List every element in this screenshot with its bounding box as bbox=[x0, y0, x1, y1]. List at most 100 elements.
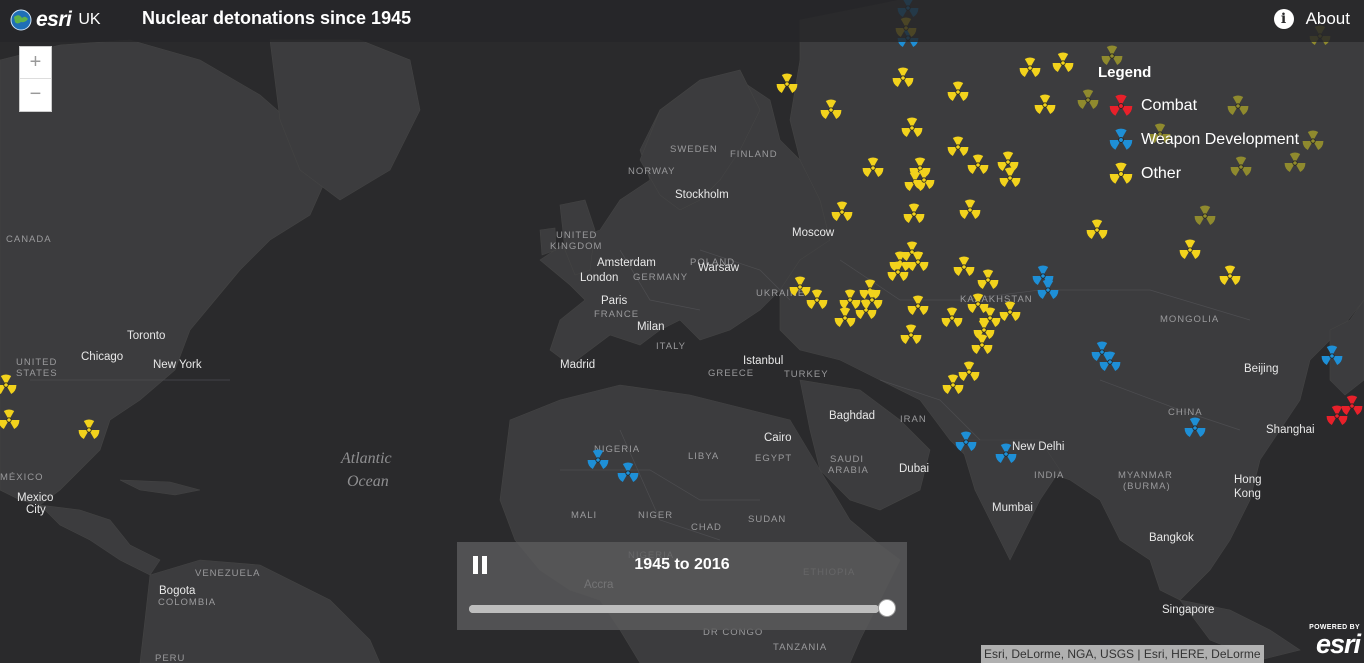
detonation-marker[interactable] bbox=[958, 198, 982, 222]
detonation-marker[interactable] bbox=[954, 430, 978, 454]
svg-text:CHAD: CHAD bbox=[691, 522, 722, 533]
esri-uk-logo[interactable]: esri UK bbox=[10, 6, 101, 34]
detonation-marker[interactable] bbox=[1098, 350, 1122, 374]
detonation-marker[interactable] bbox=[616, 461, 640, 485]
detonation-marker[interactable] bbox=[1320, 344, 1344, 368]
detonation-marker[interactable] bbox=[1036, 278, 1060, 302]
detonation-marker[interactable] bbox=[952, 255, 976, 279]
detonation-marker[interactable] bbox=[861, 156, 885, 180]
detonation-marker[interactable] bbox=[976, 268, 1000, 292]
svg-text:Amsterdam: Amsterdam bbox=[597, 257, 656, 269]
svg-text:Ocean: Ocean bbox=[347, 473, 389, 490]
svg-text:Dubai: Dubai bbox=[899, 463, 929, 475]
svg-text:SWEDEN: SWEDEN bbox=[670, 144, 718, 155]
svg-text:Mumbai: Mumbai bbox=[992, 502, 1033, 514]
detonation-marker[interactable] bbox=[994, 442, 1018, 466]
svg-text:Warsaw: Warsaw bbox=[698, 262, 740, 274]
about-button[interactable]: i About bbox=[1273, 9, 1350, 29]
detonation-marker[interactable] bbox=[1183, 416, 1207, 440]
detonation-marker[interactable] bbox=[805, 288, 829, 312]
detonation-marker[interactable] bbox=[906, 250, 930, 274]
svg-text:TURKEY: TURKEY bbox=[784, 369, 829, 380]
svg-text:Toronto: Toronto bbox=[127, 330, 165, 342]
svg-text:GREECE: GREECE bbox=[708, 368, 754, 379]
detonation-marker[interactable] bbox=[1033, 93, 1057, 117]
legend-item-other: Other bbox=[1098, 157, 1328, 191]
svg-text:Paris: Paris bbox=[601, 295, 627, 307]
detonation-marker[interactable] bbox=[998, 300, 1022, 324]
detonation-marker[interactable] bbox=[1018, 56, 1042, 80]
detonation-marker[interactable] bbox=[912, 168, 936, 192]
slider-handle[interactable] bbox=[878, 599, 896, 617]
svg-text:(BURMA): (BURMA) bbox=[1123, 481, 1171, 492]
detonation-marker[interactable] bbox=[833, 306, 857, 330]
svg-text:Cairo: Cairo bbox=[764, 432, 791, 444]
time-slider[interactable] bbox=[469, 599, 896, 617]
detonation-marker[interactable] bbox=[77, 418, 101, 442]
legend-item-weapon-development: Weapon Development bbox=[1098, 123, 1328, 157]
detonation-marker[interactable] bbox=[819, 98, 843, 122]
powered-by-esri-logo[interactable]: POWERED BY esri bbox=[1296, 624, 1361, 660]
info-icon: i bbox=[1273, 9, 1294, 29]
svg-text:Atlantic: Atlantic bbox=[340, 450, 392, 467]
svg-text:TANZANIA: TANZANIA bbox=[773, 642, 827, 653]
svg-text:Hong: Hong bbox=[1234, 474, 1262, 486]
svg-text:GERMANY: GERMANY bbox=[633, 272, 688, 283]
detonation-marker[interactable] bbox=[1218, 264, 1242, 288]
svg-text:MÉXICO: MÉXICO bbox=[0, 472, 43, 483]
detonation-marker[interactable] bbox=[886, 260, 910, 284]
svg-text:Moscow: Moscow bbox=[792, 227, 835, 239]
detonation-marker[interactable] bbox=[966, 153, 990, 177]
radiation-icon-red bbox=[1108, 93, 1134, 119]
detonation-marker[interactable] bbox=[891, 66, 915, 90]
map-attribution[interactable]: Esri, DeLorme, NGA, USGS | Esri, HERE, D… bbox=[981, 645, 1264, 663]
zoom-in-button[interactable]: + bbox=[20, 47, 51, 79]
detonation-marker[interactable] bbox=[906, 294, 930, 318]
detonation-marker[interactable] bbox=[830, 200, 854, 224]
detonation-marker[interactable] bbox=[775, 72, 799, 96]
svg-text:FRANCE: FRANCE bbox=[594, 309, 639, 320]
detonation-marker[interactable] bbox=[946, 135, 970, 159]
year-range-label: 1945 to 2016 bbox=[634, 556, 730, 573]
detonation-marker[interactable] bbox=[902, 202, 926, 226]
zoom-out-button[interactable]: − bbox=[20, 79, 51, 110]
detonation-marker[interactable] bbox=[860, 288, 884, 312]
svg-text:MALI: MALI bbox=[571, 510, 597, 521]
svg-text:UNITED: UNITED bbox=[556, 230, 597, 241]
detonation-marker[interactable] bbox=[946, 80, 970, 104]
svg-text:Bogota: Bogota bbox=[159, 585, 196, 597]
legend-title: Legend bbox=[1098, 64, 1152, 81]
detonation-marker[interactable] bbox=[1076, 88, 1100, 112]
detonation-marker[interactable] bbox=[941, 373, 965, 397]
esri-wordmark: esri bbox=[1315, 629, 1361, 659]
svg-text:NIGER: NIGER bbox=[638, 510, 673, 521]
detonation-marker[interactable] bbox=[1178, 238, 1202, 262]
svg-text:Bangkok: Bangkok bbox=[1149, 532, 1194, 544]
svg-text:ARABIA: ARABIA bbox=[828, 465, 869, 476]
detonation-marker[interactable] bbox=[1085, 218, 1109, 242]
detonation-marker[interactable] bbox=[1193, 204, 1217, 228]
svg-text:IRAN: IRAN bbox=[900, 414, 927, 425]
detonation-marker[interactable] bbox=[1340, 394, 1364, 418]
legend-label: Weapon Development bbox=[1141, 131, 1300, 148]
svg-text:KINGDOM: KINGDOM bbox=[550, 241, 602, 252]
detonation-marker[interactable] bbox=[899, 323, 923, 347]
slider-fill bbox=[469, 605, 879, 613]
detonation-marker[interactable] bbox=[940, 306, 964, 330]
svg-text:Stockholm: Stockholm bbox=[675, 189, 729, 201]
svg-text:New York: New York bbox=[153, 359, 202, 371]
svg-text:Istanbul: Istanbul bbox=[743, 355, 783, 367]
svg-text:New Delhi: New Delhi bbox=[1012, 441, 1064, 453]
svg-text:Beijing: Beijing bbox=[1244, 363, 1279, 375]
detonation-marker[interactable] bbox=[586, 448, 610, 472]
svg-text:FINLAND: FINLAND bbox=[730, 149, 778, 160]
detonation-marker[interactable] bbox=[998, 166, 1022, 190]
detonation-marker[interactable] bbox=[900, 116, 924, 140]
radiation-icon-yellow bbox=[1108, 161, 1134, 187]
svg-text:SUDAN: SUDAN bbox=[748, 514, 786, 525]
detonation-marker[interactable] bbox=[1051, 51, 1075, 75]
svg-text:City: City bbox=[26, 504, 46, 516]
about-label: About bbox=[1305, 9, 1350, 28]
svg-text:ITALY: ITALY bbox=[656, 341, 686, 352]
detonation-marker[interactable] bbox=[970, 333, 994, 357]
